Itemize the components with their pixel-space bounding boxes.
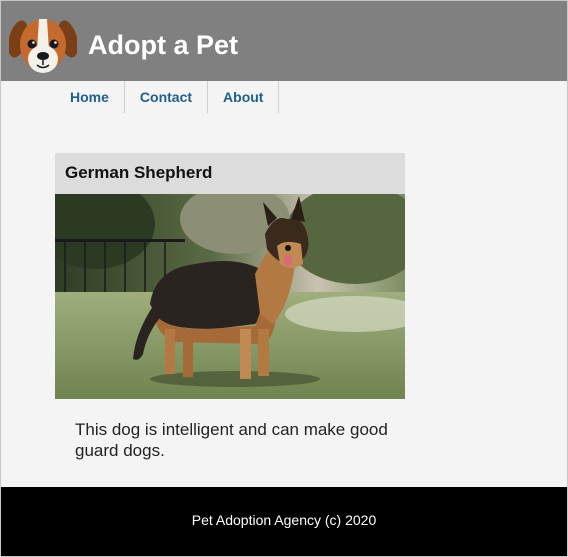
pet-name: German Shepherd bbox=[55, 153, 405, 194]
nav-home-link[interactable]: Home bbox=[55, 81, 125, 113]
site-header: Adopt a Pet bbox=[0, 0, 568, 81]
footer-text: Pet Adoption Agency (c) 2020 bbox=[191, 512, 377, 528]
main-nav: Home Contact About bbox=[55, 81, 280, 113]
dog-face-icon bbox=[9, 19, 77, 73]
pet-description: This dog is intelligent and can make goo… bbox=[75, 420, 388, 460]
nav-about-link[interactable]: About bbox=[208, 81, 280, 113]
german-shepherd-photo bbox=[55, 194, 405, 399]
site-title: Adopt a Pet bbox=[88, 30, 239, 60]
nav-contact-link[interactable]: Contact bbox=[125, 81, 209, 113]
site-footer: Pet Adoption Agency (c) 2020 bbox=[0, 487, 568, 557]
pet-card: German Shepherd bbox=[55, 153, 405, 399]
